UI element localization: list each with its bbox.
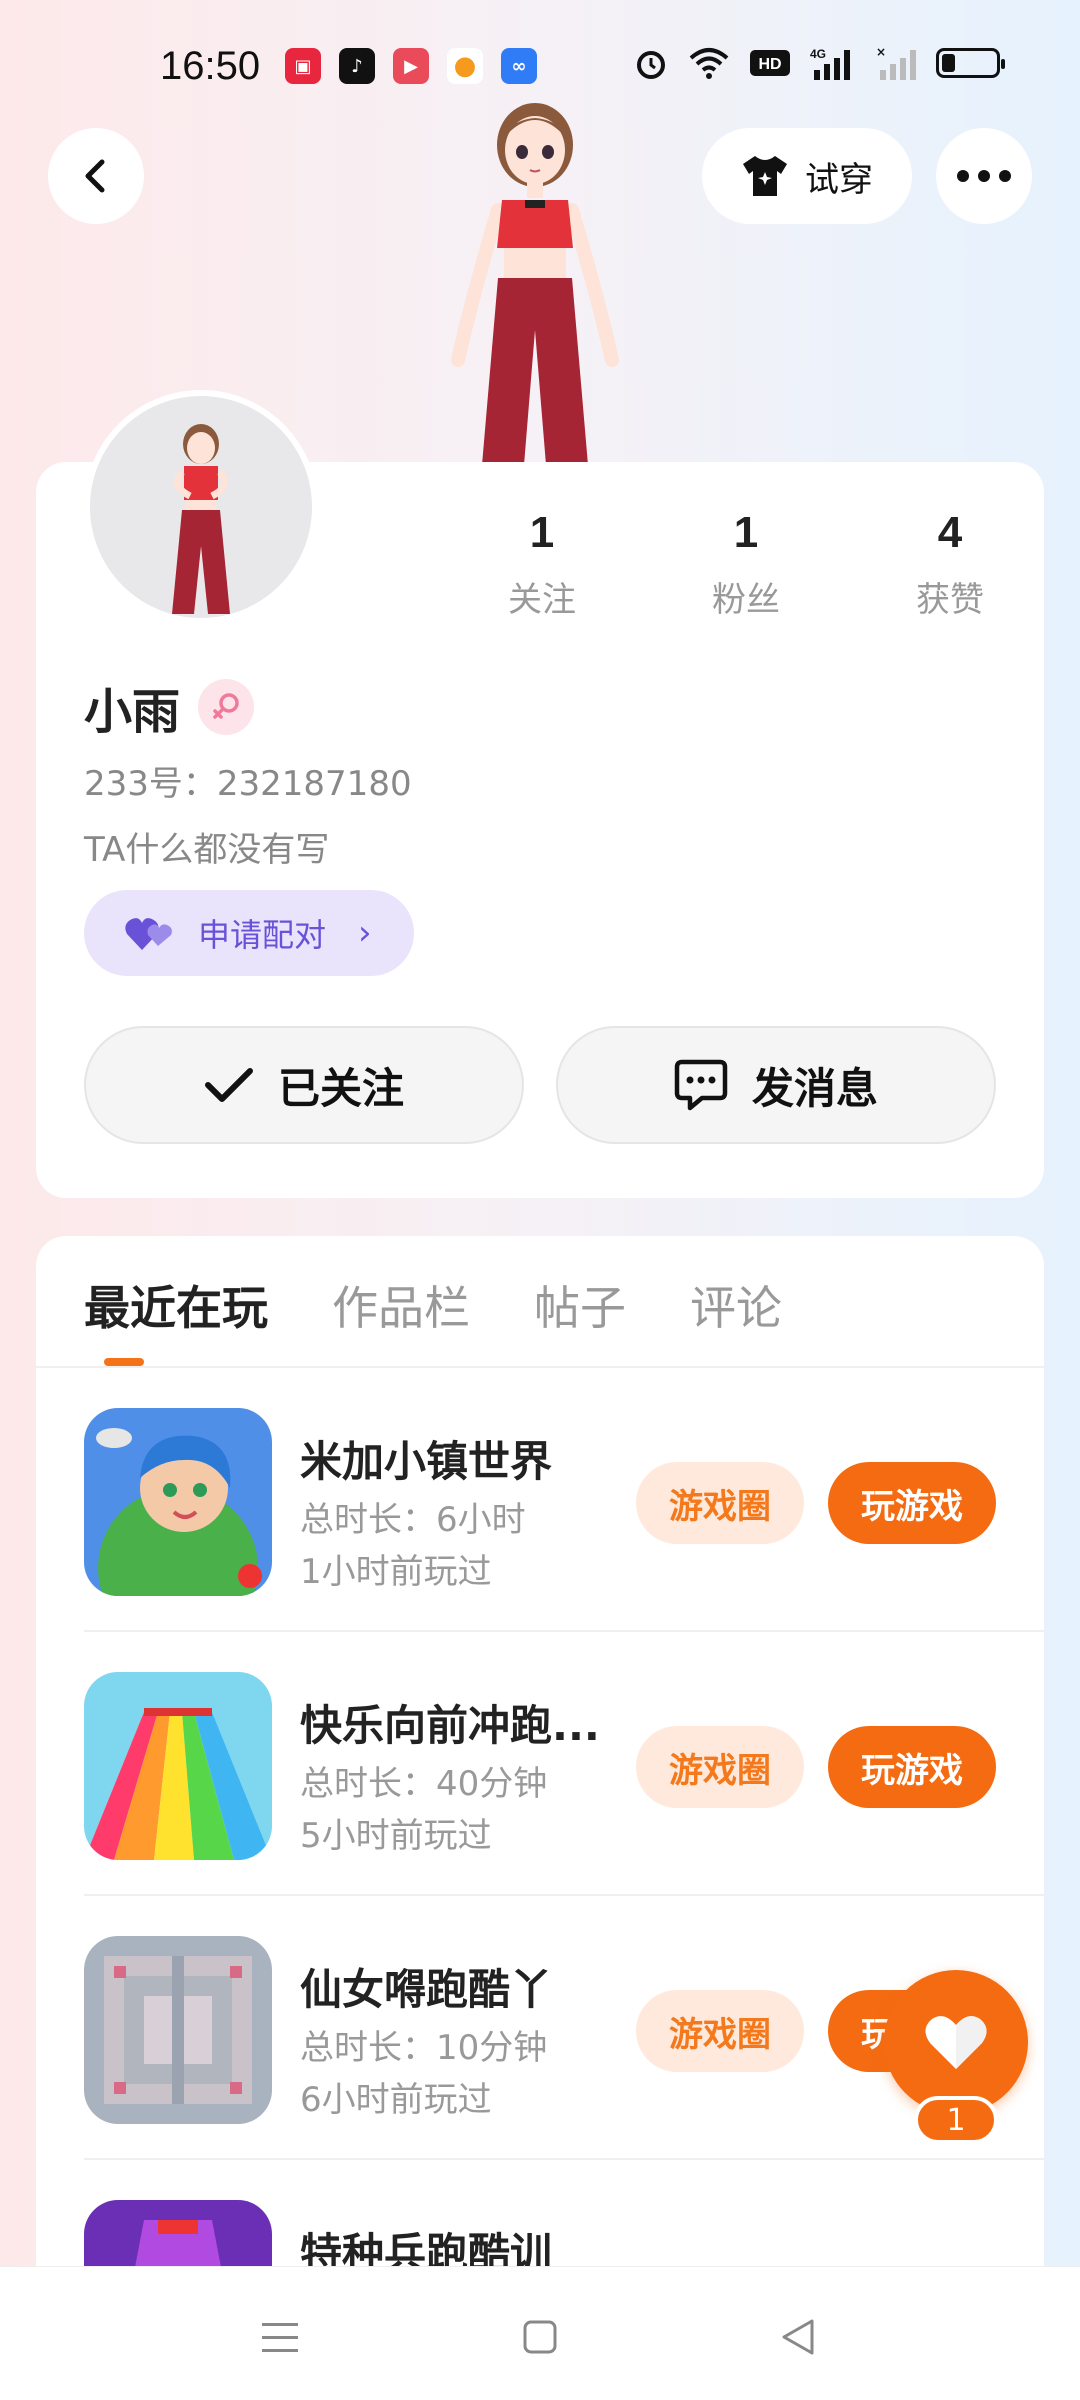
game-circle-button[interactable]: 游戏圈 <box>636 1990 804 2072</box>
system-icons: HD 4G × <box>634 46 1005 80</box>
stat-following-count: 1 <box>529 508 555 557</box>
female-gender-icon <box>198 679 255 735</box>
system-nav-bar <box>0 2266 1080 2400</box>
alarm-icon <box>634 46 668 80</box>
back-button[interactable] <box>48 128 144 224</box>
home-square-icon <box>523 2320 557 2354</box>
check-icon <box>204 1068 253 1102</box>
game-title: 米加小镇世界 <box>300 1437 553 1486</box>
tab-works[interactable]: 作品栏 <box>332 1272 470 1338</box>
tshirt-icon <box>743 156 787 196</box>
profile-tabs: 最近在玩 作品栏 帖子 评论 <box>84 1272 782 1338</box>
game-duration: 总时长：40分钟 <box>300 1764 548 1804</box>
signal-icon: 4G <box>810 46 856 80</box>
game-circle-button[interactable]: 游戏圈 <box>636 1726 804 1808</box>
followed-button[interactable]: 已关注 <box>84 1026 524 1144</box>
battery-fill <box>942 54 955 72</box>
try-on-label: 试穿 <box>805 159 873 200</box>
svg-text:×: × <box>876 46 886 59</box>
tiktok-icon: ♪ <box>339 48 375 84</box>
notification-icons: ▣ ♪ ▶ ● ∞ <box>285 48 537 84</box>
play-game-button[interactable]: 玩游戏 <box>828 1462 996 1544</box>
active-tab-indicator <box>104 1358 144 1366</box>
stat-fans-count: 1 <box>733 508 759 557</box>
avatar-figure <box>410 100 660 465</box>
tab-comments[interactable]: 评论 <box>690 1272 782 1338</box>
game-last-played: 1小时前玩过 <box>300 1552 492 1592</box>
svg-text:4G: 4G <box>810 47 826 61</box>
svg-text:HD: HD <box>758 56 781 73</box>
hd-icon: HD <box>750 46 790 80</box>
stat-fans-label: 粉丝 <box>712 580 780 620</box>
game-icon-rush <box>84 1672 272 1860</box>
cloud-app-icon: ∞ <box>501 48 537 84</box>
shop-app-icon: ● <box>447 48 483 84</box>
send-message-label: 发消息 <box>751 1063 878 1113</box>
game-title: 仙女嘚跑酷丫 <box>300 1965 553 2014</box>
message-bubble-icon <box>674 1059 728 1111</box>
tab-posts[interactable]: 帖子 <box>534 1272 626 1338</box>
username-row: 小雨 <box>84 672 255 742</box>
avatar[interactable] <box>84 390 318 624</box>
game-duration: 总时长：6小时 <box>300 1500 526 1540</box>
double-heart-icon <box>125 918 172 950</box>
status-time: 16:50 <box>160 44 261 88</box>
recent-games-card: 最近在玩 作品栏 帖子 评论 米加小镇世界 总时长：6小时 1小时前玩过 游戏圈… <box>36 1236 1044 2400</box>
game-row[interactable]: 快乐向前冲跑... 总时长：40分钟 5小时前玩过 游戏圈 玩游戏 <box>84 1632 1044 1896</box>
app-icon-1: ▣ <box>285 48 321 84</box>
user-bio: TA什么都没有写 <box>84 830 330 870</box>
chevron-left-icon <box>85 159 105 193</box>
video-app-icon: ▶ <box>393 48 429 84</box>
more-dots-icon <box>957 170 1011 182</box>
stat-following-label: 关注 <box>508 580 576 620</box>
username: 小雨 <box>84 684 181 740</box>
like-count-badge: 1 <box>914 2096 998 2144</box>
game-last-played: 6小时前玩过 <box>300 2080 492 2120</box>
game-icon-fairy <box>84 1936 272 2124</box>
game-last-played: 5小时前玩过 <box>300 1816 492 1856</box>
chevron-right-icon: › <box>358 913 372 953</box>
send-message-button[interactable]: 发消息 <box>556 1026 996 1144</box>
try-on-button[interactable]: 试穿 <box>702 128 912 224</box>
stat-following[interactable]: 1 关注 <box>440 508 644 621</box>
menu-nav-button[interactable] <box>250 2307 310 2367</box>
game-circle-button[interactable]: 游戏圈 <box>636 1462 804 1544</box>
game-row[interactable]: 米加小镇世界 总时长：6小时 1小时前玩过 游戏圈 玩游戏 <box>84 1368 1044 1632</box>
apply-pair-button[interactable]: 申请配对 › <box>84 890 414 976</box>
stat-likes-label: 获赞 <box>916 580 984 620</box>
back-triangle-icon <box>782 2319 814 2355</box>
stat-likes-count: 4 <box>937 508 963 557</box>
menu-icon <box>262 2323 298 2352</box>
heart-icon <box>925 2016 987 2069</box>
profile-stats: 1 关注 1 粉丝 4 获赞 <box>440 508 1052 621</box>
wifi-icon <box>688 46 730 80</box>
home-nav-button[interactable] <box>510 2307 570 2367</box>
back-nav-button[interactable] <box>768 2307 828 2367</box>
game-icon-miga <box>84 1408 272 1596</box>
stat-fans[interactable]: 1 粉丝 <box>644 508 848 621</box>
game-title: 快乐向前冲跑... <box>300 1701 600 1750</box>
like-float-button[interactable] <box>884 1970 1028 2114</box>
play-game-button[interactable]: 玩游戏 <box>828 1726 996 1808</box>
stat-likes[interactable]: 4 获赞 <box>848 508 1052 621</box>
more-button[interactable] <box>936 128 1032 224</box>
apply-pair-label: 申请配对 <box>198 916 327 954</box>
followed-label: 已关注 <box>277 1063 404 1113</box>
tab-recently-played[interactable]: 最近在玩 <box>84 1272 268 1338</box>
user-id: 233号：232187180 <box>84 764 412 804</box>
signal-2-icon: × <box>876 46 916 80</box>
battery-icon <box>936 48 1005 78</box>
game-duration: 总时长：10分钟 <box>300 2028 548 2068</box>
